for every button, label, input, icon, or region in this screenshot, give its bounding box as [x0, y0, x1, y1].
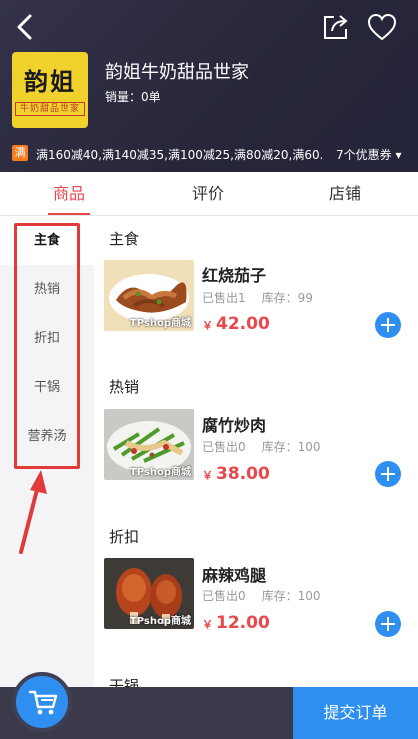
currency-symbol: ￥ [202, 469, 213, 482]
price-value: 42.00 [216, 314, 270, 334]
section-title: 主食 [109, 230, 140, 248]
product-image[interactable]: TPshop商城 [104, 260, 194, 331]
category-sidebar: 主食 热销 折扣 干锅 营养汤 [0, 216, 94, 687]
cart-button[interactable] [12, 672, 72, 732]
add-to-cart-button[interactable] [375, 461, 401, 487]
promo-tag: 满 [12, 145, 28, 161]
product-meta: 已售出1 库存：99 [202, 289, 313, 306]
promo-text: 满160减40,满140减35,满100减25,满80减20,满60... [36, 148, 322, 162]
cart-icon [28, 690, 58, 715]
product-name[interactable]: 红烧茄子 [202, 262, 266, 286]
product-price: ￥ 42.00 [202, 314, 270, 334]
add-to-cart-button[interactable] [375, 611, 401, 637]
tab-bar: 商品 评价 店铺 [0, 172, 418, 216]
section-title: 热销 [109, 378, 140, 396]
currency-symbol: ￥ [202, 319, 213, 332]
product-image[interactable]: TPshop商城 [104, 409, 194, 480]
price-value: 12.00 [216, 613, 270, 633]
sold-count: 已售出1 [202, 291, 246, 305]
section-title: 干锅 [109, 677, 140, 687]
add-to-cart-button[interactable] [375, 312, 401, 338]
tab-reviews[interactable]: 评价 [158, 172, 258, 216]
tab-active-indicator [48, 213, 90, 215]
shop-name: 韵姐牛奶甜品世家 [105, 62, 249, 83]
product-image[interactable]: TPshop商城 [104, 558, 194, 629]
section-title: 折扣 [109, 528, 140, 546]
product-meta: 已售出0 库存：100 [202, 438, 321, 455]
currency-symbol: ￥ [202, 618, 213, 631]
annotation-highlight-box [14, 223, 80, 469]
coupon-dropdown[interactable]: 7个优惠券 ▾ [336, 146, 401, 163]
image-watermark: TPshop商城 [129, 616, 191, 627]
image-watermark: TPshop商城 [129, 318, 191, 329]
heart-icon[interactable] [366, 12, 398, 42]
tab-shop[interactable]: 店铺 [295, 172, 395, 216]
annotation-arrow-icon [19, 470, 47, 554]
product-price: ￥ 38.00 [202, 464, 270, 484]
product-name[interactable]: 麻辣鸡腿 [202, 562, 266, 586]
logo-subtitle: 牛奶甜品世家 [15, 102, 85, 116]
sold-count: 已售出0 [202, 589, 246, 603]
product-list: 主食 TPshop商城 红烧茄子 已售出1 库存：99 ￥ 42.00 热销 TPs… [94, 216, 418, 687]
stock-count: 库存：100 [261, 440, 321, 454]
promotion-bar: 满 满160减40,满140减35,满100减25,满80减20,满60... … [12, 144, 408, 164]
submit-order-button[interactable]: 提交订单 [293, 687, 418, 739]
back-icon[interactable] [12, 12, 38, 42]
tab-products[interactable]: 商品 [19, 172, 119, 216]
logo-title: 韵姐 [24, 67, 76, 96]
sold-count: 已售出0 [202, 440, 246, 454]
product-meta: 已售出0 库存：100 [202, 587, 321, 604]
sales-count: 销量：0单 [105, 90, 161, 104]
product-price: ￥ 12.00 [202, 613, 270, 633]
shop-logo: 韵姐 牛奶甜品世家 [12, 52, 88, 128]
image-watermark: TPshop商城 [129, 467, 191, 478]
shop-header: 韵姐 牛奶甜品世家 韵姐牛奶甜品世家 销量：0单 满 满160减40,满140减… [0, 0, 418, 172]
price-value: 38.00 [216, 464, 270, 484]
share-icon[interactable] [320, 12, 350, 42]
stock-count: 库存：100 [261, 589, 321, 603]
stock-count: 库存：99 [261, 291, 313, 305]
product-name[interactable]: 腐竹炒肉 [202, 412, 266, 436]
